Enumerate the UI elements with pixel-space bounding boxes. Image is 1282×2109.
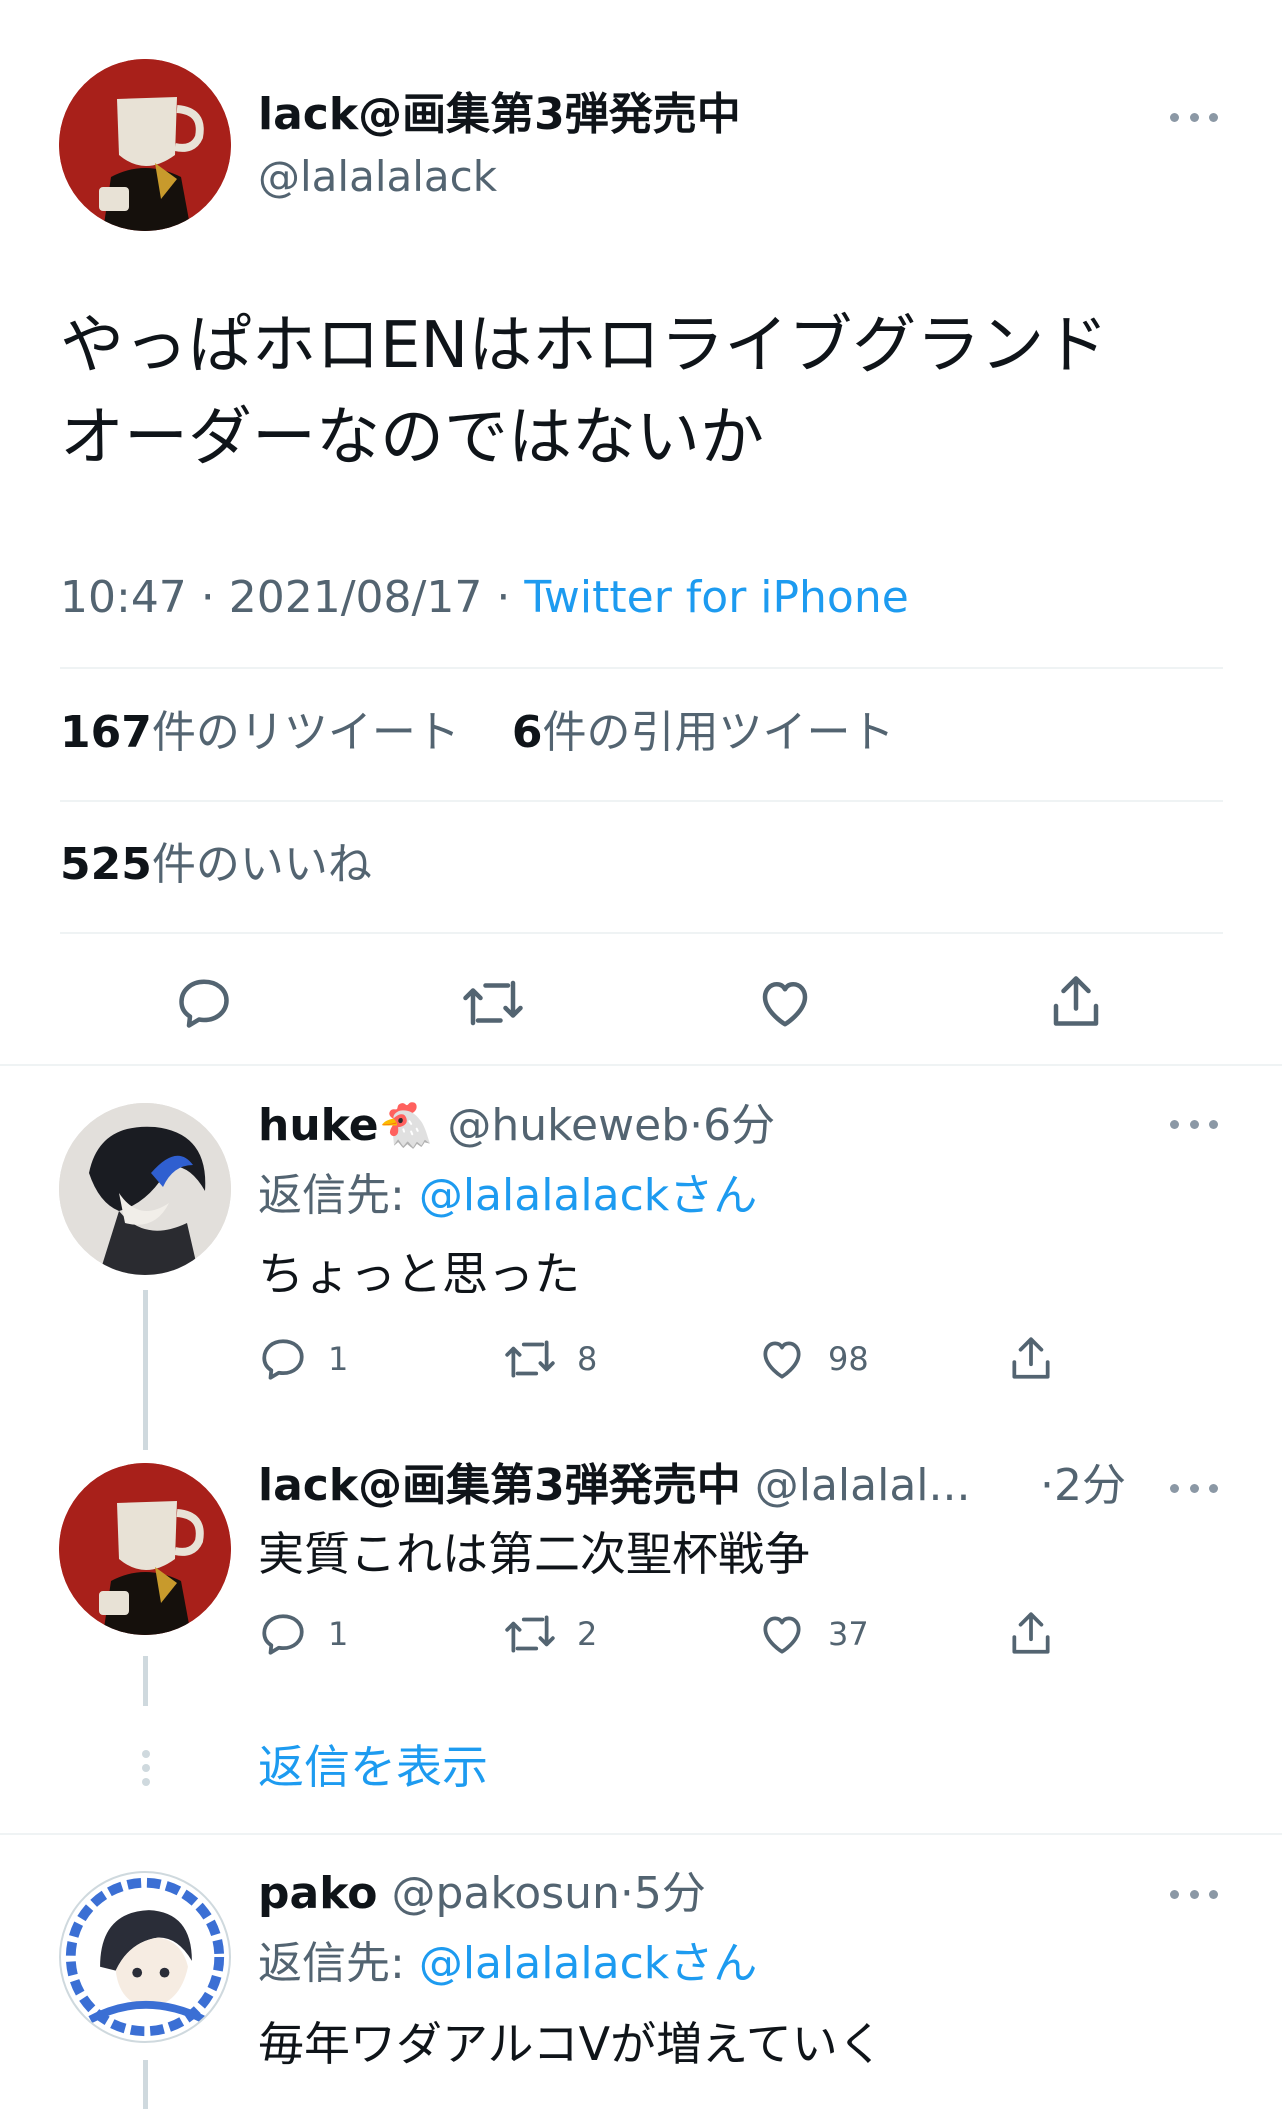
lack-share-action[interactable] bbox=[1006, 1607, 1056, 1659]
huke-like-action[interactable]: 98 bbox=[756, 1334, 869, 1384]
pako-time[interactable]: ·5分 bbox=[620, 1868, 706, 1919]
author-avatar[interactable] bbox=[59, 1463, 231, 1635]
thread-line bbox=[143, 2060, 148, 2109]
more-icon[interactable] bbox=[1170, 1884, 1218, 1904]
likes-count: 525 bbox=[60, 839, 152, 890]
author-handle[interactable]: @lalalalack bbox=[258, 152, 497, 202]
author-display-name[interactable]: lack@画集第3弾発売中 bbox=[258, 90, 741, 140]
share-icon bbox=[1012, 1337, 1050, 1379]
tweet-time[interactable]: 10:47 · 2021/08/17 · bbox=[60, 572, 524, 623]
pako-avatar[interactable] bbox=[59, 1871, 231, 2043]
tweet-timestamp: 10:47 · 2021/08/17 · Twitter for iPhone bbox=[60, 570, 909, 626]
divider bbox=[60, 667, 1223, 669]
lack-reply-time[interactable]: ·2分 bbox=[1040, 1458, 1126, 1514]
tweet-source-link[interactable]: Twitter for iPhone bbox=[524, 572, 908, 623]
huke-share-action[interactable] bbox=[1006, 1332, 1056, 1384]
like-count: 98 bbox=[828, 1340, 869, 1378]
lack-like-action[interactable]: 37 bbox=[756, 1609, 869, 1659]
huke-retweet-action[interactable]: 8 bbox=[503, 1334, 597, 1384]
retweet-icon[interactable] bbox=[460, 973, 526, 1033]
more-icon[interactable] bbox=[1170, 1114, 1218, 1134]
likes-stat[interactable]: 525件のいいね bbox=[60, 837, 372, 893]
reply-count: 1 bbox=[328, 1615, 349, 1653]
pako-handle[interactable]: @pakosun bbox=[392, 1868, 620, 1919]
lack-display-name[interactable]: lack@画集第3弾発売中 bbox=[258, 1460, 741, 1511]
huke-header: huke🐔 @hukeweb·6分 bbox=[258, 1098, 775, 1154]
divider bbox=[0, 1833, 1282, 1835]
reply-to-link[interactable]: @lalalalackさん bbox=[419, 1170, 757, 1221]
author-avatar[interactable] bbox=[59, 59, 231, 231]
thread-continuation-dots bbox=[140, 1748, 152, 1788]
share-icon bbox=[1012, 1612, 1050, 1654]
pako-display-name[interactable]: pako bbox=[258, 1868, 378, 1919]
more-icon[interactable] bbox=[1170, 107, 1218, 127]
lack-handle[interactable]: @lalalal... bbox=[755, 1460, 971, 1511]
quotes-stat[interactable]: 6件の引用ツイート bbox=[512, 707, 895, 758]
pako-reply-to: 返信先: @lalalalackさん bbox=[258, 1936, 757, 1992]
retweet-icon bbox=[505, 1340, 555, 1378]
reply-to-link[interactable]: @lalalalackさん bbox=[419, 1938, 757, 1989]
tweet-text-line-1: やっぱホロENはホロライブグランド bbox=[60, 309, 1109, 383]
huke-time[interactable]: ·6分 bbox=[689, 1100, 775, 1151]
retweet-icon bbox=[505, 1615, 555, 1653]
reply-to-prefix: 返信先: bbox=[258, 1938, 419, 1989]
reply-icon[interactable] bbox=[174, 973, 234, 1033]
divider bbox=[0, 1064, 1282, 1066]
lack-retweet-action[interactable]: 2 bbox=[503, 1609, 597, 1659]
like-icon[interactable] bbox=[754, 973, 816, 1033]
reply-icon bbox=[262, 1614, 304, 1655]
pako-header: pako @pakosun·5分 bbox=[258, 1866, 706, 1922]
huke-tweet-text: ちょっと思った bbox=[258, 1247, 580, 1301]
lack-reply-text: 実質これは第二次聖杯戦争 bbox=[258, 1527, 810, 1581]
like-icon bbox=[763, 1341, 801, 1379]
huke-display-name[interactable]: huke bbox=[258, 1100, 379, 1151]
retweets-count: 167 bbox=[60, 707, 152, 758]
quotes-label: 件の引用ツイート bbox=[542, 707, 895, 758]
retweets-stat[interactable]: 167件のリツイート bbox=[60, 707, 460, 758]
quotes-count: 6 bbox=[511, 707, 543, 758]
lack-reply-action[interactable]: 1 bbox=[258, 1609, 348, 1659]
like-icon bbox=[763, 1616, 801, 1654]
likes-label: 件のいいね bbox=[151, 839, 372, 890]
more-icon[interactable] bbox=[1170, 1478, 1218, 1498]
show-replies-link[interactable]: 返信を表示 bbox=[258, 1738, 488, 1796]
divider bbox=[60, 932, 1223, 934]
share-icon[interactable] bbox=[1046, 970, 1106, 1032]
reply-icon bbox=[262, 1339, 304, 1380]
huke-handle[interactable]: @hukeweb bbox=[447, 1100, 689, 1151]
huke-avatar[interactable] bbox=[59, 1103, 231, 1275]
lack-reply-header: lack@画集第3弾発売中 @lalalal... bbox=[258, 1458, 970, 1514]
retweets-label: 件のリツイート bbox=[151, 707, 460, 758]
pako-tweet-text: 毎年ワダアルコVが増えていく bbox=[258, 2017, 884, 2071]
retweet-count: 8 bbox=[577, 1340, 598, 1378]
thread-line bbox=[143, 1290, 148, 1450]
reply-to-prefix: 返信先: bbox=[258, 1170, 419, 1221]
huke-reply-to: 返信先: @lalalalackさん bbox=[258, 1168, 757, 1224]
retweet-count: 2 bbox=[577, 1615, 598, 1653]
divider bbox=[60, 800, 1223, 802]
like-count: 37 bbox=[828, 1615, 869, 1653]
reply-count: 1 bbox=[328, 1340, 349, 1378]
thread-line bbox=[143, 1656, 148, 1706]
rooster-emoji: 🐔 bbox=[378, 1100, 434, 1151]
tweet-text-line-2: オーダーなのではないか bbox=[60, 401, 764, 475]
retweet-quote-stats: 167件のリツイート 6件の引用ツイート bbox=[60, 705, 894, 761]
huke-reply-action[interactable]: 1 bbox=[258, 1334, 348, 1384]
